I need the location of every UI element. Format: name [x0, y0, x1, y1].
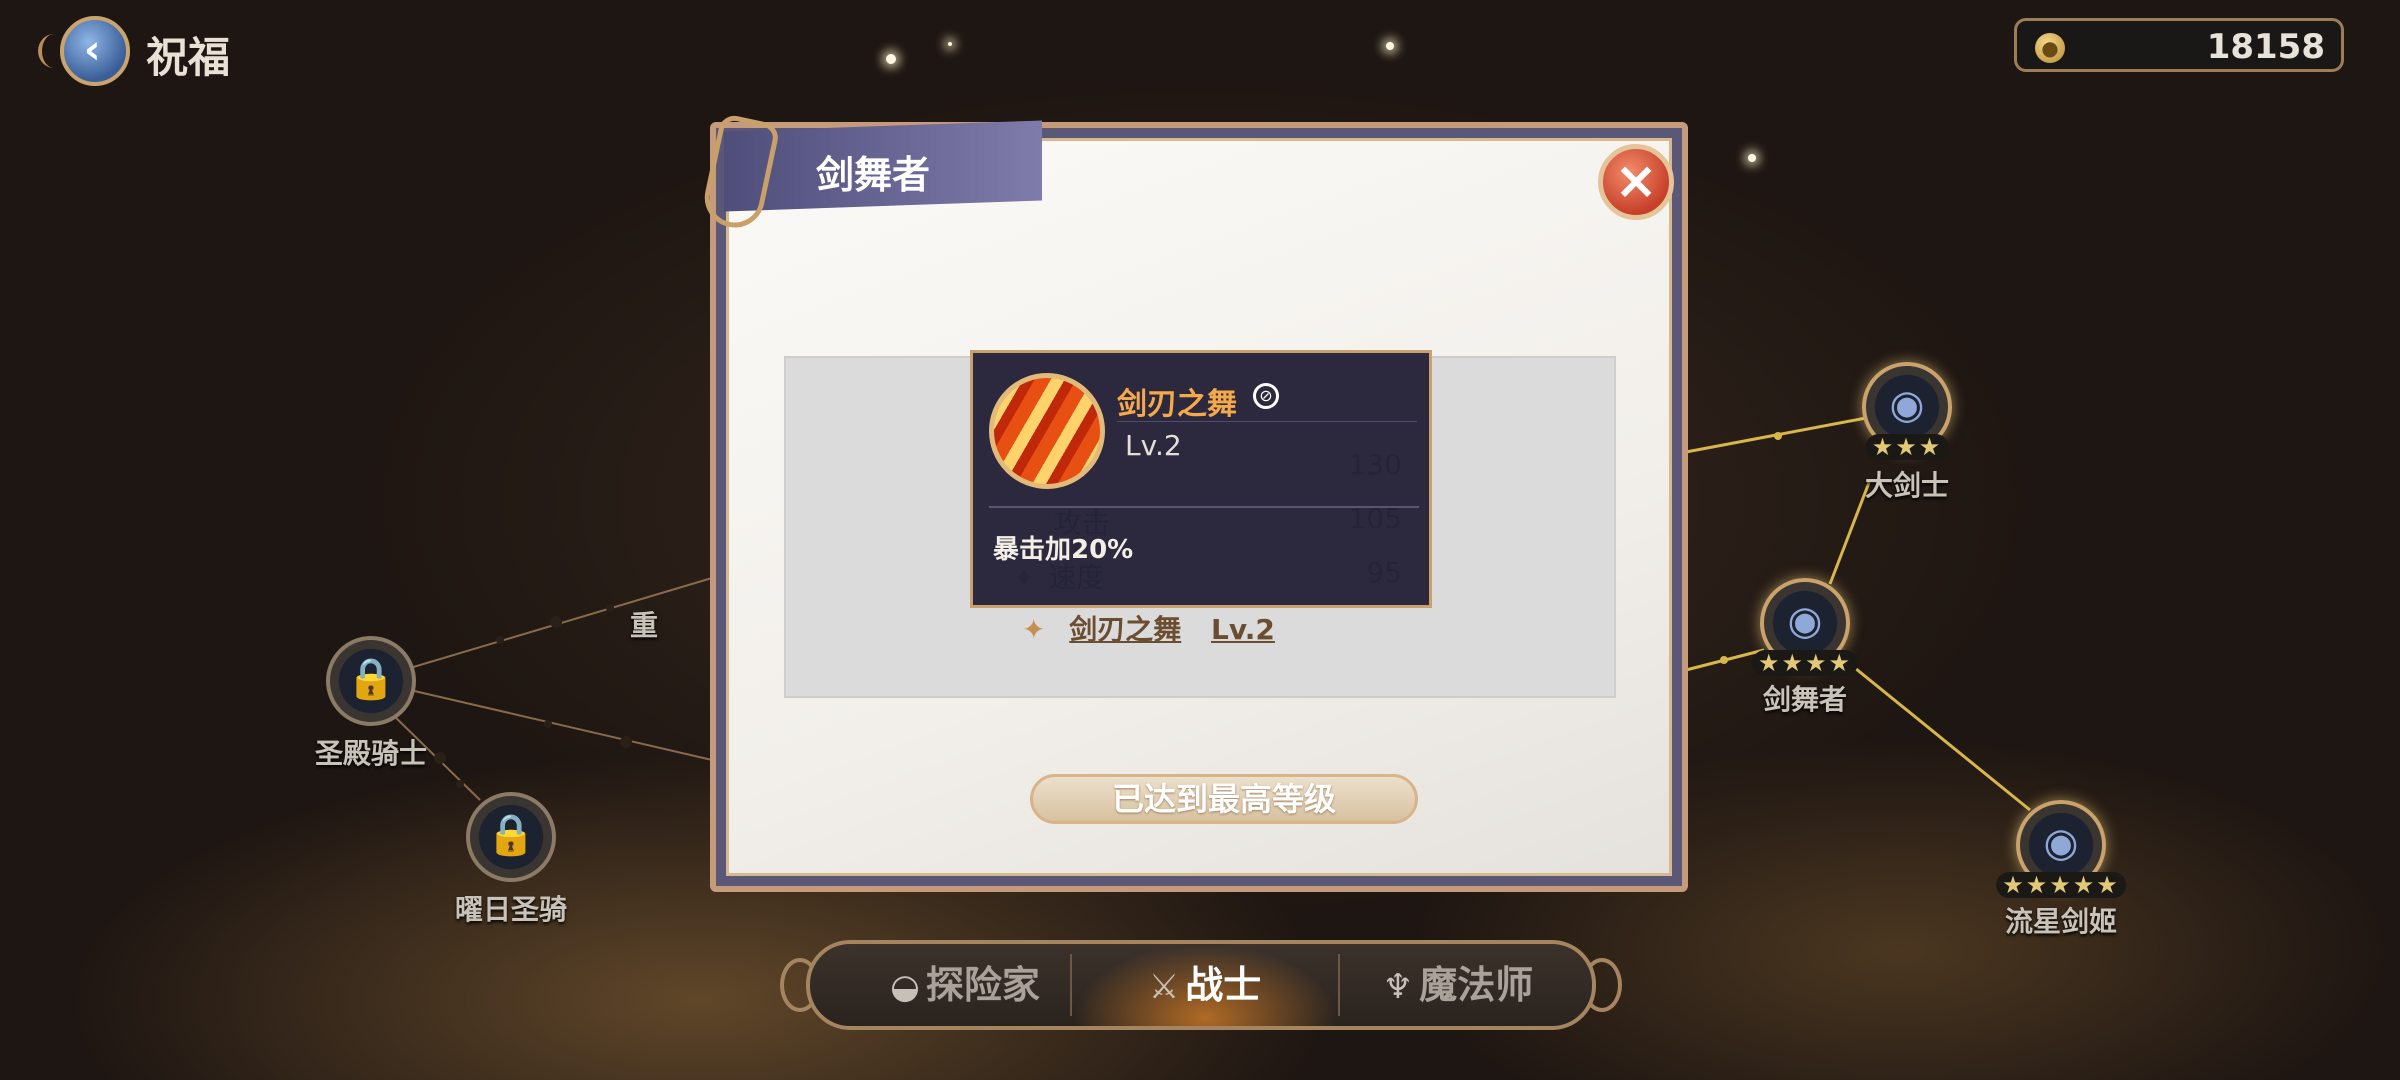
eye-emblem-icon: ◉: [1889, 382, 1925, 428]
tooltip-divider: [1117, 421, 1417, 422]
close-icon: ×: [1614, 151, 1658, 211]
diamond-bullet-icon: ✦: [1022, 613, 1046, 646]
max-level-button[interactable]: 已达到最高等级: [1030, 774, 1418, 824]
tooltip-skill-name: 剑刃之舞: [1117, 387, 1237, 422]
node-meteor-sword-princess[interactable]: ◉ ★★★★★ 流星剑姬: [1996, 800, 2126, 938]
star-rating: ★★★: [1865, 434, 1949, 460]
eye-emblem-icon: ◉: [2043, 820, 2079, 866]
node-label: 大剑士: [1864, 469, 1949, 502]
close-button[interactable]: ×: [1598, 144, 1674, 220]
skill-level: Lv.2: [1210, 613, 1275, 646]
chevron-left-icon: ‹: [84, 27, 101, 73]
skill-name: 剑刃之舞: [1069, 613, 1182, 646]
node-great-swordsman[interactable]: ◉ ★★★ 大剑士: [1862, 362, 1952, 502]
skill-tooltip: 剑刃之舞 ⊘ Lv.2 暴击加20%: [970, 350, 1432, 608]
warrior-icon: ⚔: [1148, 967, 1180, 1007]
node-label: 剑舞者: [1762, 683, 1847, 716]
dialog-title: 剑舞者: [816, 153, 931, 197]
tab-label: 战士: [1185, 963, 1262, 1007]
tab-mage[interactable]: ♆ 魔法师: [1340, 944, 1576, 1026]
node-label-partial: 重: [630, 609, 659, 642]
tooltip-divider: [989, 506, 1419, 508]
dialog-title-tab: 剑舞者: [699, 112, 1044, 234]
class-tab-bar: ◒ 探险家 ⚔ 战士 ♆ 魔法师: [806, 940, 1596, 1030]
back-button[interactable]: ‹: [38, 14, 134, 94]
currency-value: 18158: [2206, 27, 2325, 67]
explorer-icon: ◒: [890, 967, 920, 1007]
link-icon[interactable]: ⊘: [1253, 383, 1279, 409]
node-label: 曜日圣骑: [454, 893, 567, 926]
lock-icon: 🔒: [486, 812, 536, 858]
tab-warrior[interactable]: ⚔ 战士: [1072, 944, 1338, 1026]
coin-icon: ●: [2035, 33, 2065, 63]
node-sunday-paladin[interactable]: 🔒 曜日圣骑: [455, 792, 567, 926]
eye-emblem-icon: ◉: [1787, 598, 1823, 644]
node-sword-dancer[interactable]: ◉ ★★★★ 剑舞者: [1751, 578, 1859, 716]
tab-explorer[interactable]: ◒ 探险家: [860, 944, 1070, 1026]
page-title: 祝福: [146, 33, 231, 82]
node-label: 流星剑姬: [2004, 905, 2117, 938]
currency-display: ● 18158: [2014, 18, 2344, 72]
node-label: 圣殿骑士: [314, 737, 427, 770]
tooltip-description: 暴击加20%: [993, 535, 1134, 565]
star-rating: ★★★★★: [1996, 872, 2126, 898]
blade-dance-skill-icon: [989, 373, 1105, 489]
skill-link[interactable]: ✦ 剑刃之舞 Lv.2: [1022, 608, 1275, 648]
mage-icon: ♆: [1382, 967, 1414, 1007]
tab-label: 探险家: [925, 963, 1040, 1007]
star-rating: ★★★★: [1751, 650, 1859, 676]
tooltip-skill-level: Lv.2: [1125, 429, 1182, 462]
node-templar[interactable]: 🔒 圣殿骑士: [315, 636, 427, 770]
tab-label: 魔法师: [1419, 963, 1534, 1007]
lock-icon: 🔒: [346, 656, 396, 702]
